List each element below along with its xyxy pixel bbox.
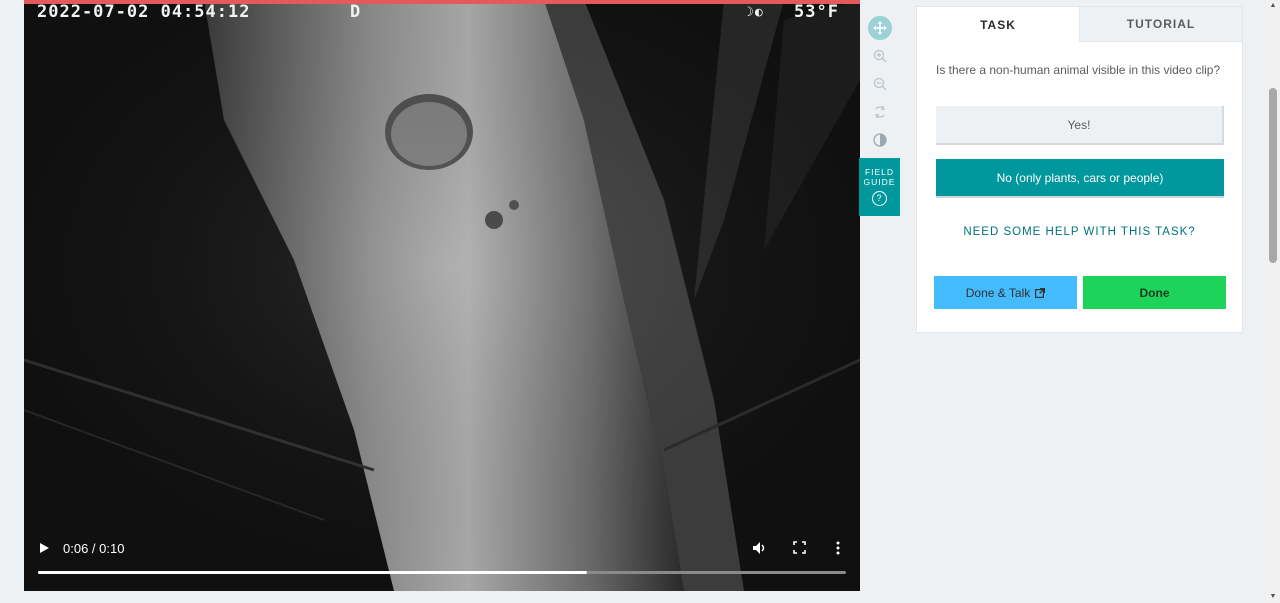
task-question: Is there a non-human animal visible in t… [936,63,1221,77]
external-link-icon [1035,287,1046,298]
scroll-up-arrow-icon[interactable]: ▲ [1266,0,1280,12]
field-guide-button[interactable]: FIELD GUIDE ? [859,158,900,216]
moon-phase-icon: ☽◐ [746,5,764,20]
video-timestamp: 2022-07-02 04:54:12 [37,2,251,22]
panel-tabs: TASK TUTORIAL [917,7,1242,42]
field-guide-label-line2: GUIDE [863,177,896,187]
task-help-link[interactable]: NEED SOME HELP WITH THIS TASK? [917,226,1242,238]
video-player[interactable]: 2022-07-02 04:54:12 D ☽◐ 53°F 0:06 / 0:1… [24,0,860,591]
video-time-display: 0:06 / 0:10 [63,541,125,556]
done-and-talk-button[interactable]: Done & Talk [934,276,1077,309]
tab-tutorial[interactable]: TUTORIAL [1079,7,1242,42]
video-temperature: 53°F [794,2,839,22]
move-icon[interactable] [862,14,898,42]
done-button[interactable]: Done [1083,276,1226,309]
fullscreen-icon[interactable] [793,541,806,557]
play-icon[interactable] [38,542,50,557]
help-icon: ? [872,191,887,206]
done-and-talk-label: Done & Talk [965,285,1031,300]
video-progress-bar[interactable] [38,571,846,574]
camera-trap-frame [24,0,860,591]
task-panel: TASK TUTORIAL Is there a non-human anima… [916,6,1243,333]
video-mode-letter: D [350,2,362,22]
page-scrollbar[interactable]: ▲ ▼ [1266,0,1280,603]
scroll-down-arrow-icon[interactable]: ▼ [1266,591,1280,603]
image-toolbar [862,14,898,154]
zoom-in-icon[interactable] [862,42,898,70]
video-progress-fill [38,571,588,574]
rotate-icon[interactable] [862,98,898,126]
zoom-out-icon[interactable] [862,70,898,98]
scrollbar-thumb[interactable] [1269,88,1277,263]
answer-yes-button[interactable]: Yes! [936,106,1224,145]
video-controls: 0:06 / 0:10 [24,531,860,591]
tab-task[interactable]: TASK [917,7,1079,42]
volume-icon[interactable] [752,541,768,558]
invert-icon[interactable] [862,126,898,154]
more-options-icon[interactable] [836,541,840,558]
field-guide-label-line1: FIELD [864,167,895,177]
answer-no-button[interactable]: No (only plants, cars or people) [936,159,1224,198]
